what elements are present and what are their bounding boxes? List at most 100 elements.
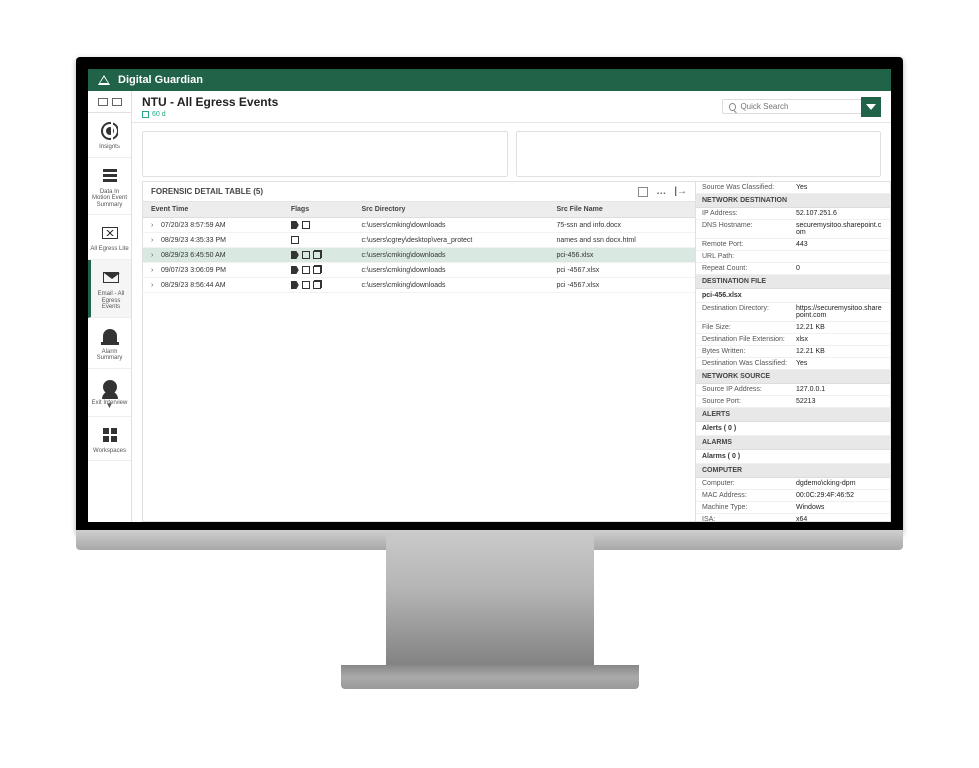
- sidebar-item-label: All Egress Lite: [90, 246, 129, 253]
- date-range-label: 60 d: [152, 111, 166, 118]
- chart-panel-right: [516, 131, 882, 177]
- expand-icon[interactable]: ›: [151, 222, 157, 229]
- detail-row: Machine Type:Windows: [696, 502, 890, 514]
- section-computer: COMPUTER: [696, 464, 890, 478]
- table-settings-icon[interactable]: [638, 187, 648, 197]
- expand-icon[interactable]: ›: [151, 237, 157, 244]
- copy-icon: [313, 281, 321, 289]
- monitor-bezel: Digital Guardian Insights Data In Motion…: [76, 57, 903, 534]
- sidebar-item-email-egress[interactable]: Email - All Egress Events: [88, 260, 131, 318]
- calendar-icon: [142, 111, 149, 118]
- sidebar-item-data-in-motion[interactable]: Data In Motion Event Summary: [88, 158, 131, 216]
- monitor-frame: { "app": { "name": "Digital Guardian" },…: [0, 0, 979, 768]
- sidebar-item-label: Workspaces: [90, 448, 129, 455]
- alarms-count: Alarms ( 0 ): [696, 450, 890, 464]
- mail-icon: [101, 268, 121, 288]
- detail-row: File Size:12.21 KB: [696, 322, 890, 334]
- table-tools: … |→: [638, 186, 687, 197]
- table-row[interactable]: ›08/29/23 4:35:33 PMc:\users\cgrey\deskt…: [143, 233, 695, 248]
- doc-icon: [302, 281, 310, 289]
- detail-row: Destination Directory:https://securemysi…: [696, 303, 890, 322]
- table-expand-icon[interactable]: |→: [674, 186, 687, 197]
- col-flags[interactable]: Flags: [283, 202, 354, 218]
- bell-icon: [100, 326, 120, 346]
- copy-icon: [313, 251, 321, 259]
- filter-button[interactable]: [861, 97, 881, 117]
- tag-icon: [291, 281, 299, 289]
- expand-icon[interactable]: ›: [151, 252, 157, 259]
- page-title-block: NTU - All Egress Events 60 d: [142, 95, 278, 118]
- view-toggle[interactable]: [88, 91, 131, 113]
- tag-icon: [291, 221, 299, 229]
- person-icon: [100, 377, 120, 397]
- col-src-file-name[interactable]: Src File Name: [548, 202, 695, 218]
- table-panel-header: FORENSIC DETAIL TABLE (5) … |→: [143, 182, 695, 202]
- table-row[interactable]: ›08/29/23 6:45:50 AMc:\users\cmking\down…: [143, 248, 695, 263]
- sidebar-item-workspaces[interactable]: Workspaces: [88, 417, 131, 462]
- detail-panel: Source Was Classified:Yes NETWORK DESTIN…: [696, 181, 891, 522]
- sidebar-item-exit-interview[interactable]: Exit Interview ▼: [88, 369, 131, 417]
- sidebar: Insights Data In Motion Event Summary Al…: [88, 91, 132, 522]
- section-destination-file: DESTINATION FILE: [696, 275, 890, 289]
- forensic-table: Event Time Flags Src Directory Src File …: [143, 202, 695, 293]
- table-row[interactable]: ›09/07/23 3:06:09 PMc:\users\cmking\down…: [143, 263, 695, 278]
- sidebar-item-label: Email - All Egress Events: [93, 291, 129, 311]
- funnel-icon: [866, 104, 876, 110]
- app-title: Digital Guardian: [118, 74, 203, 86]
- sidebar-item-label: Insights: [90, 144, 129, 151]
- main-content: NTU - All Egress Events 60 d: [132, 91, 891, 522]
- expand-icon[interactable]: ›: [151, 282, 157, 289]
- detail-row: ISA:x64: [696, 514, 890, 522]
- tag-icon: [291, 266, 299, 274]
- table-row[interactable]: ›07/20/23 8:57:59 AMc:\users\cmking\down…: [143, 218, 695, 233]
- col-src-directory[interactable]: Src Directory: [353, 202, 548, 218]
- section-network-destination: NETWORK DESTINATION: [696, 194, 890, 208]
- quick-search[interactable]: [722, 99, 862, 114]
- search-input[interactable]: [740, 102, 855, 111]
- content-row: FORENSIC DETAIL TABLE (5) … |→ Event Tim…: [132, 181, 891, 522]
- section-alarms: ALARMS: [696, 436, 890, 450]
- detail-row: DNS Hostname:securemysitoo.sharepoint.co…: [696, 220, 890, 239]
- detail-row: Computer:dgdemo\cking-dpm: [696, 478, 890, 490]
- screen: Digital Guardian Insights Data In Motion…: [88, 69, 891, 522]
- charts-row: [132, 123, 891, 181]
- forensic-table-panel: FORENSIC DETAIL TABLE (5) … |→ Event Tim…: [142, 181, 696, 522]
- page-header: NTU - All Egress Events 60 d: [132, 91, 891, 123]
- doc-icon: [302, 221, 310, 229]
- section-alerts: ALERTS: [696, 408, 890, 422]
- sidebar-item-all-egress-lite[interactable]: All Egress Lite: [88, 215, 131, 260]
- app-header: Digital Guardian: [88, 69, 891, 91]
- detail-row: Repeat Count:0: [696, 263, 890, 275]
- detail-row: Destination Was Classified:Yes: [696, 358, 890, 370]
- col-event-time[interactable]: Event Time: [143, 202, 283, 218]
- monitor-stand-neck: [386, 534, 594, 669]
- search-icon: [729, 103, 736, 111]
- table-row[interactable]: ›08/29/23 8:56:44 AMc:\users\cmking\down…: [143, 278, 695, 293]
- doc-icon: [302, 266, 310, 274]
- detail-row: MAC Address:00:0C:29:4F:46:52: [696, 490, 890, 502]
- alerts-count: Alerts ( 0 ): [696, 422, 890, 436]
- detail-row: Source Port:52213: [696, 396, 890, 408]
- table-header-row: Event Time Flags Src Directory Src File …: [143, 202, 695, 218]
- sidebar-item-label: Alarm Summary: [90, 349, 129, 362]
- page-title: NTU - All Egress Events: [142, 95, 278, 109]
- table-title: FORENSIC DETAIL TABLE (5): [151, 187, 263, 196]
- monitor-stand-base: [341, 665, 639, 689]
- detail-row: Source IP Address:127.0.0.1: [696, 384, 890, 396]
- sidebar-item-insights[interactable]: Insights: [88, 113, 131, 158]
- detail-row: Remote Port:443: [696, 239, 890, 251]
- sidebar-item-alarm-summary[interactable]: Alarm Summary: [88, 318, 131, 369]
- logo-icon: [98, 75, 110, 85]
- table-more-icon[interactable]: …: [656, 186, 666, 197]
- doc-icon: [302, 251, 310, 259]
- detail-row: Destination File Extension:xlsx: [696, 334, 890, 346]
- date-range[interactable]: 60 d: [142, 111, 278, 118]
- expand-icon[interactable]: ›: [151, 267, 157, 274]
- app-body: Insights Data In Motion Event Summary Al…: [88, 91, 891, 522]
- copy-icon: [313, 266, 321, 274]
- destination-file-name: pci-456.xlsx: [696, 289, 890, 303]
- detail-row: URL Path:: [696, 251, 890, 263]
- doc-icon: [291, 236, 299, 244]
- chart-panel-left: [142, 131, 508, 177]
- detail-row: Source Was Classified:Yes: [696, 182, 890, 194]
